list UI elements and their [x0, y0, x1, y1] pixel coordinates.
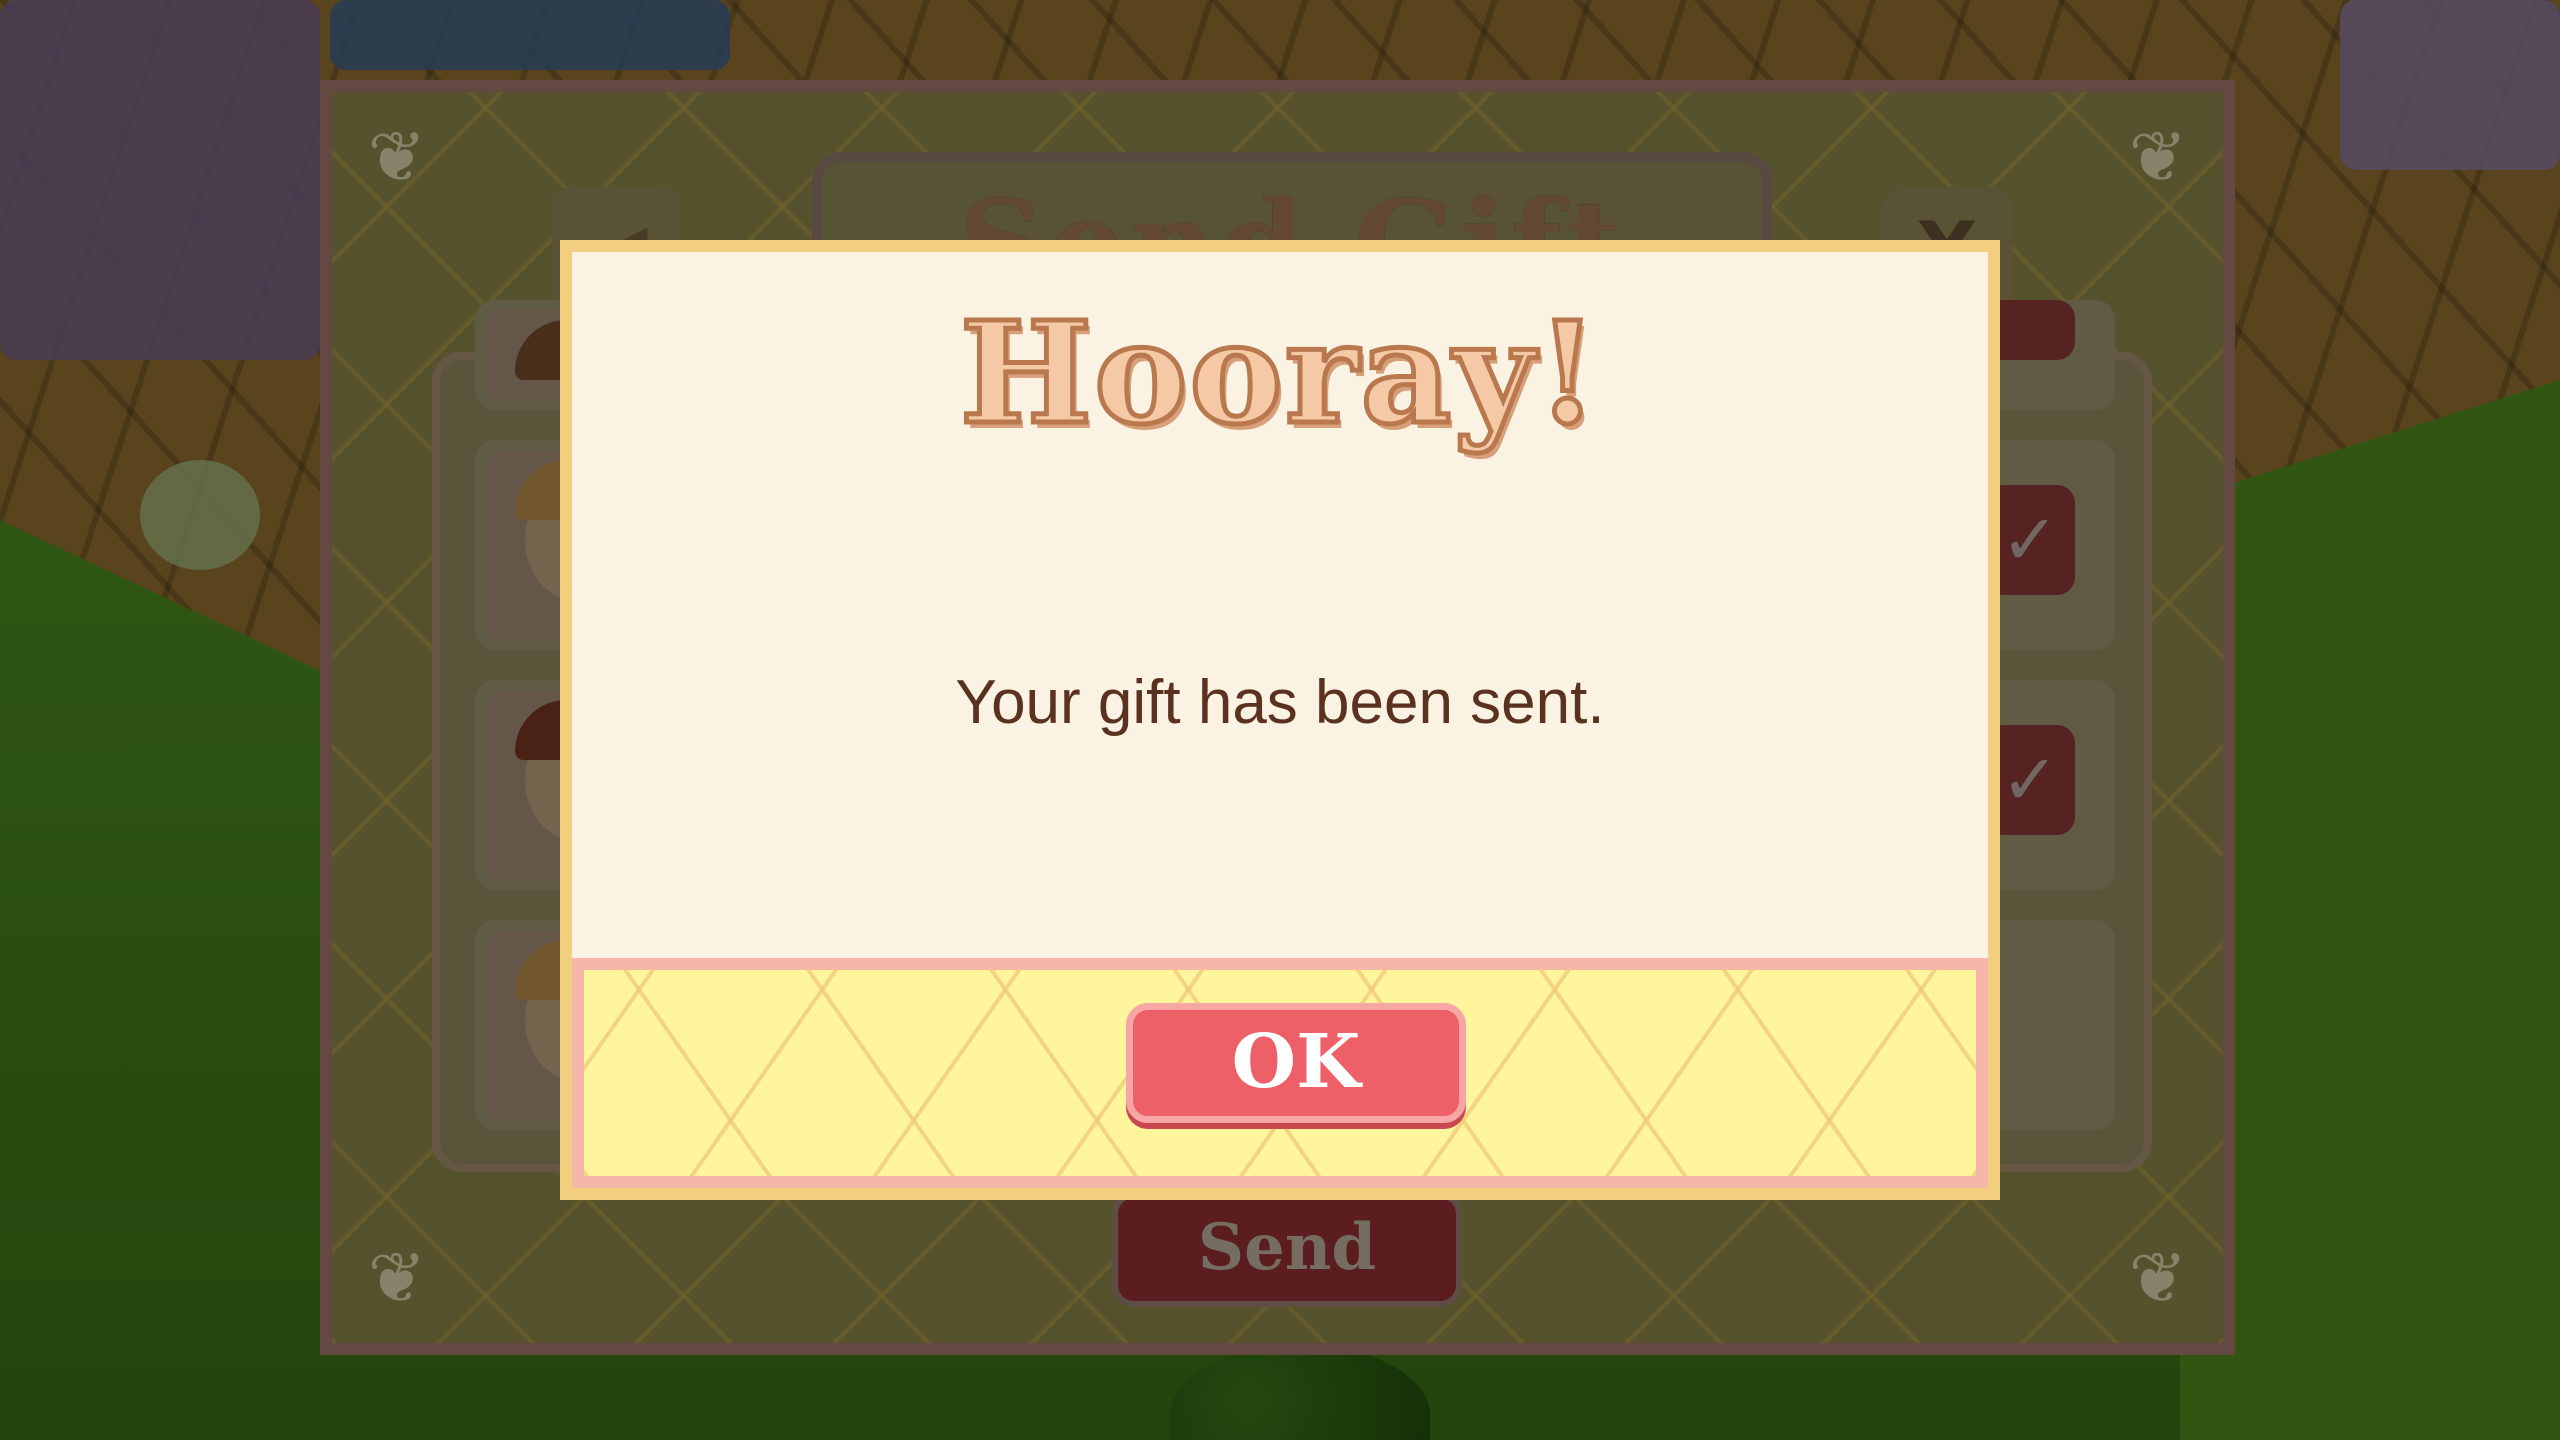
game-screen: ❦ ❦ ❦ ❦ ◀ Send Gift X ✓	[0, 0, 2560, 1440]
ok-button[interactable]: OK	[1126, 1003, 1466, 1123]
dialog-footer: OK	[572, 958, 1988, 1188]
dialog-title: Hooray!	[957, 290, 1601, 459]
gift-sent-dialog: Hooray! Your gift has been sent. OK	[560, 240, 2000, 1200]
dialog-message: Your gift has been sent.	[955, 668, 1605, 737]
